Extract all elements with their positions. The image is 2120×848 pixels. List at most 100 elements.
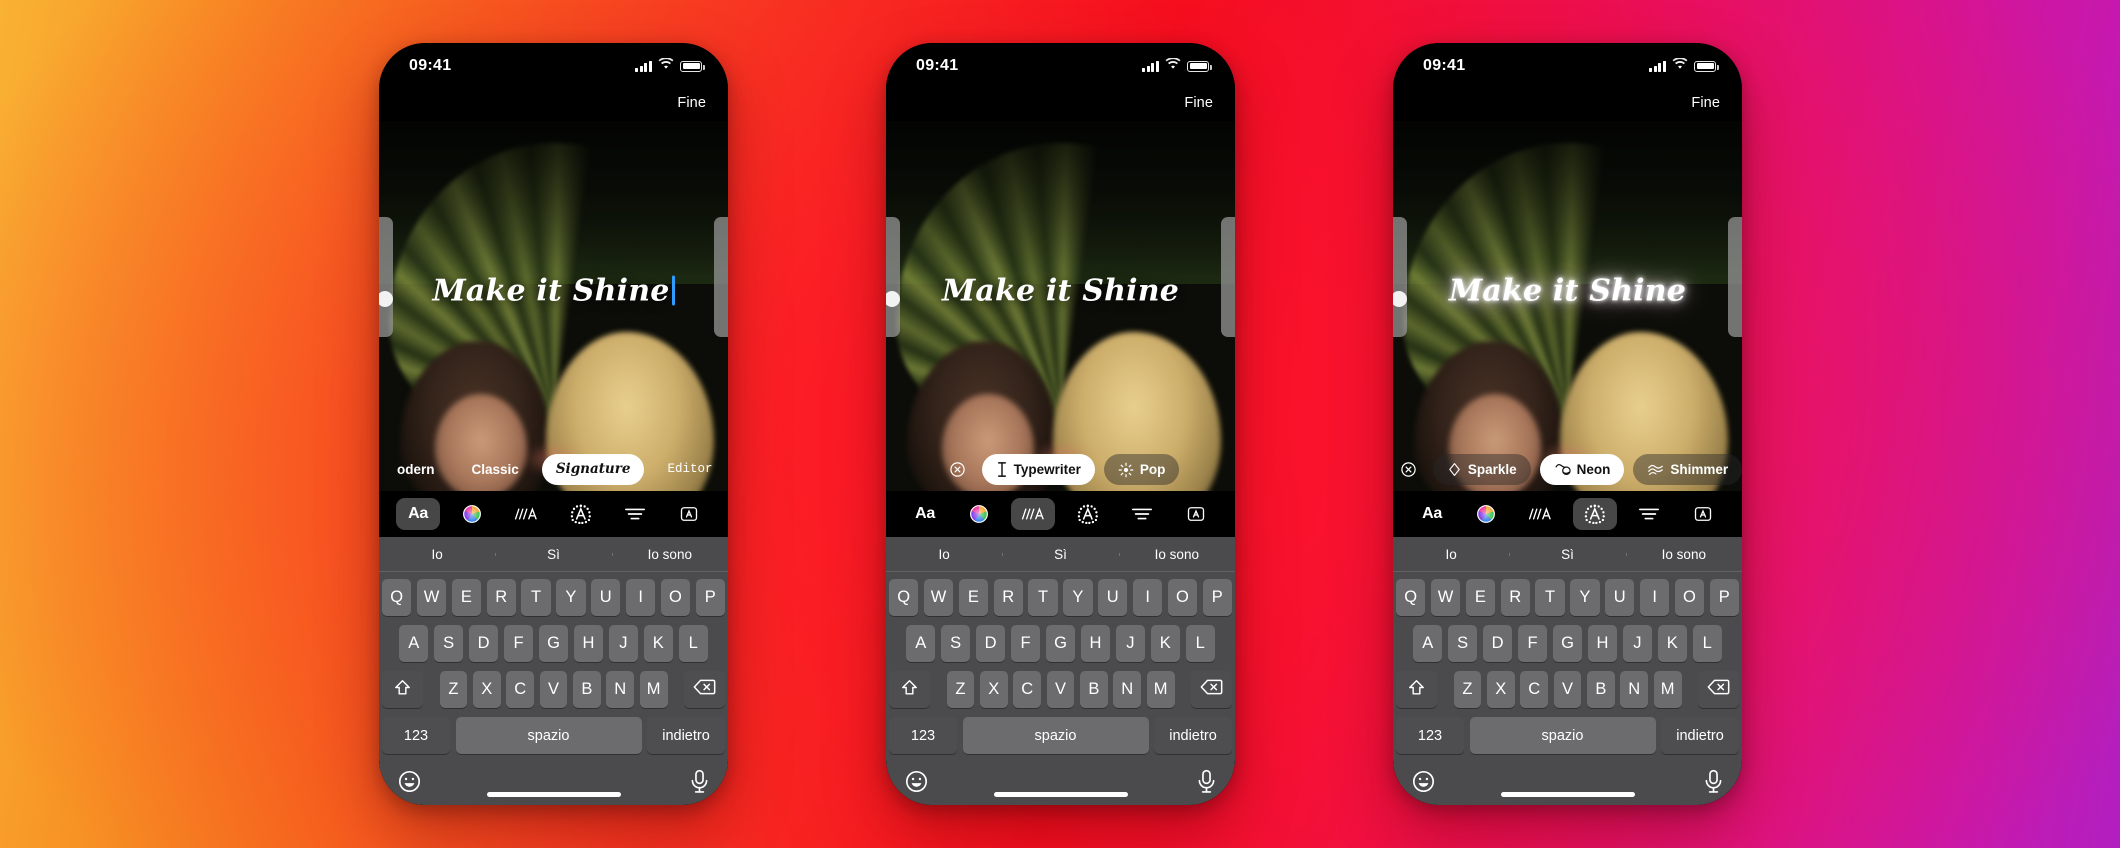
done-button[interactable]: Fine: [1691, 95, 1720, 111]
key-A[interactable]: A: [399, 625, 429, 662]
key-L[interactable]: L: [1692, 625, 1722, 662]
key-W[interactable]: W: [923, 579, 954, 616]
font-option-signature[interactable]: Signature: [541, 454, 645, 485]
suggestion-0[interactable]: Io: [1393, 547, 1509, 562]
font-style-strip[interactable]: odernClassicSignatureEditorPos: [379, 454, 728, 485]
key-L[interactable]: L: [678, 625, 708, 662]
key-H[interactable]: H: [1587, 625, 1618, 662]
emoji-icon[interactable]: [397, 769, 422, 794]
microphone-icon[interactable]: [1703, 769, 1724, 794]
key-S[interactable]: S: [1447, 625, 1478, 662]
key-T[interactable]: T: [1028, 579, 1058, 616]
phone-font-styles[interactable]: 09:41 Fine Make it Shine odern Classic Sig…: [379, 43, 728, 805]
suggestion-1[interactable]: Sì: [495, 547, 611, 562]
numbers-key[interactable]: 123: [1396, 717, 1464, 754]
key-G[interactable]: G: [1045, 625, 1076, 662]
font-option-modern[interactable]: odern: [383, 454, 449, 485]
key-B[interactable]: B: [1079, 671, 1108, 708]
key-K[interactable]: K: [1150, 625, 1181, 662]
key-S[interactable]: S: [433, 625, 464, 662]
suggestion-bar[interactable]: Io Sì Io sono: [886, 537, 1235, 572]
keyboard-row-1[interactable]: QWERTYUIOP: [382, 579, 725, 616]
keyboard[interactable]: Io Sì Io sono QWERTYUIOP ASDFGHJKL ZXCVBNM…: [1393, 537, 1742, 805]
key-D[interactable]: D: [468, 625, 499, 662]
key-D[interactable]: D: [975, 625, 1006, 662]
effect-option-sparkle[interactable]: Sparkle: [1432, 454, 1531, 485]
key-R[interactable]: R: [993, 579, 1023, 616]
numbers-key[interactable]: 123: [889, 717, 957, 754]
key-M[interactable]: M: [639, 671, 668, 708]
keyboard-row-3[interactable]: ZXCVBNM: [1396, 671, 1739, 708]
key-E[interactable]: E: [958, 579, 989, 616]
key-X[interactable]: X: [979, 671, 1008, 708]
animation-option-none[interactable]: [942, 454, 973, 485]
text-toolbar[interactable]: Aa: [886, 491, 1235, 537]
align-tool[interactable]: [1120, 498, 1164, 530]
key-G[interactable]: G: [1552, 625, 1583, 662]
story-canvas[interactable]: Make it Shine odern Classic Signature Edito…: [379, 121, 728, 491]
key-I[interactable]: I: [1639, 579, 1670, 616]
delete-key[interactable]: [1698, 671, 1739, 708]
key-Q[interactable]: Q: [1396, 579, 1426, 616]
key-O[interactable]: O: [660, 579, 691, 616]
keyboard-row-4[interactable]: 123 spazio indietro: [889, 717, 1232, 754]
key-F[interactable]: F: [503, 625, 534, 662]
key-E[interactable]: E: [1465, 579, 1496, 616]
shift-key[interactable]: [382, 671, 423, 708]
suggestion-bar[interactable]: Io Sì Io sono: [379, 537, 728, 572]
numbers-key[interactable]: 123: [382, 717, 450, 754]
delete-key[interactable]: [1191, 671, 1232, 708]
color-tool[interactable]: [450, 498, 494, 530]
key-N[interactable]: N: [1113, 671, 1142, 708]
suggestion-1[interactable]: Sì: [1509, 547, 1625, 562]
story-canvas[interactable]: Make it Shine Sparkle Neon Shimmer: [1393, 121, 1742, 491]
key-B[interactable]: B: [572, 671, 601, 708]
key-H[interactable]: H: [573, 625, 604, 662]
align-tool[interactable]: [1627, 498, 1671, 530]
key-K[interactable]: K: [643, 625, 674, 662]
key-V[interactable]: V: [1553, 671, 1582, 708]
key-G[interactable]: G: [538, 625, 569, 662]
animation-option-typewriter[interactable]: Typewriter: [981, 454, 1095, 485]
key-I[interactable]: I: [1132, 579, 1163, 616]
suggestion-0[interactable]: Io: [379, 547, 495, 562]
align-tool[interactable]: [613, 498, 657, 530]
emoji-icon[interactable]: [1411, 769, 1436, 794]
key-N[interactable]: N: [606, 671, 635, 708]
font-tool[interactable]: Aa: [1410, 498, 1454, 530]
key-X[interactable]: X: [1486, 671, 1515, 708]
key-H[interactable]: H: [1080, 625, 1111, 662]
key-P[interactable]: P: [695, 579, 725, 616]
background-tool[interactable]: [667, 498, 711, 530]
phone-effects[interactable]: 09:41 Fine Make it Shine Sparkle Neon Shim…: [1393, 43, 1742, 805]
keyboard-row-4[interactable]: 123 spazio indietro: [1396, 717, 1739, 754]
key-E[interactable]: E: [451, 579, 482, 616]
keyboard-bottom-bar[interactable]: [1393, 763, 1742, 805]
space-key[interactable]: spazio: [1469, 717, 1656, 754]
animation-tool[interactable]: [504, 498, 548, 530]
key-C[interactable]: C: [1520, 671, 1549, 708]
space-key[interactable]: spazio: [455, 717, 642, 754]
suggestion-2[interactable]: Io sono: [1118, 547, 1235, 562]
background-tool[interactable]: [1681, 498, 1725, 530]
key-W[interactable]: W: [1430, 579, 1461, 616]
key-J[interactable]: J: [608, 625, 639, 662]
suggestion-2[interactable]: Io sono: [611, 547, 728, 562]
key-U[interactable]: U: [591, 579, 621, 616]
key-O[interactable]: O: [1167, 579, 1198, 616]
key-A[interactable]: A: [906, 625, 936, 662]
font-option-classic[interactable]: Classic: [458, 454, 533, 485]
key-Y[interactable]: Y: [556, 579, 586, 616]
key-V[interactable]: V: [539, 671, 568, 708]
key-F[interactable]: F: [1517, 625, 1548, 662]
key-Y[interactable]: Y: [1063, 579, 1093, 616]
done-button[interactable]: Fine: [1184, 95, 1213, 111]
key-A[interactable]: A: [1413, 625, 1443, 662]
keyboard-row-1[interactable]: QWERTYUIOP: [1396, 579, 1739, 616]
font-option-editor[interactable]: Editor: [653, 454, 726, 485]
effect-option-shimmer[interactable]: Shimmer: [1633, 454, 1742, 485]
effects-tool[interactable]: [559, 498, 603, 530]
key-Z[interactable]: Z: [439, 671, 468, 708]
key-Q[interactable]: Q: [382, 579, 412, 616]
overlay-text[interactable]: Make it Shine: [886, 274, 1235, 309]
